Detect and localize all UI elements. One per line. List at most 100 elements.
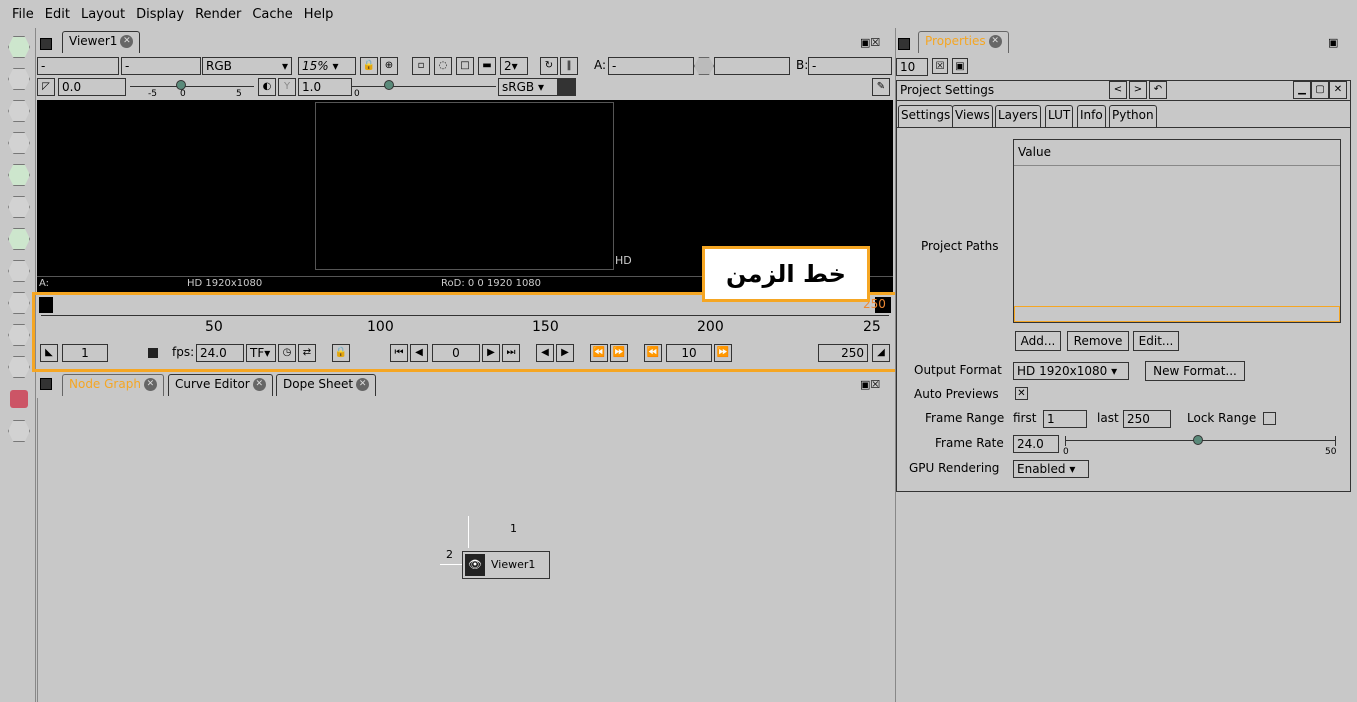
menu-display[interactable]: Display <box>136 7 184 22</box>
output-format-select[interactable]: HD 1920x1080 ▾ <box>1013 362 1129 380</box>
lock-icon[interactable]: 🔒 <box>360 57 378 75</box>
subtab-python[interactable]: Python <box>1109 105 1157 127</box>
tab-viewer1[interactable]: Viewer1 ✕ <box>62 31 141 53</box>
close-icon[interactable]: ✕ <box>120 35 134 48</box>
pane-menu-icon[interactable] <box>40 38 52 50</box>
wipe-icon[interactable]: ◌ <box>434 57 452 75</box>
menu-render[interactable]: Render <box>195 7 241 22</box>
clip-warning-icon[interactable]: ◐ <box>258 78 276 96</box>
composite-icon[interactable] <box>694 57 714 75</box>
rate-tick: 0 <box>1063 447 1069 457</box>
color-nodes-icon[interactable] <box>8 132 30 154</box>
pane-menu-icon[interactable] <box>898 38 910 50</box>
input-a-select[interactable]: - <box>37 57 119 75</box>
gamma-slider[interactable] <box>352 86 496 87</box>
chevron-left-icon[interactable]: < <box>1109 81 1127 99</box>
gain-tick: 0 <box>180 89 186 99</box>
close-panel-icon[interactable]: ✕ <box>1329 81 1347 99</box>
keyer-nodes-icon[interactable] <box>8 196 30 218</box>
channels-select[interactable]: RGB ▾ <box>202 57 292 75</box>
proxy-icon[interactable]: ▬ <box>478 57 496 75</box>
transform-nodes-icon[interactable] <box>8 260 30 282</box>
proxy-level-select[interactable]: 2▾ <box>500 57 528 75</box>
gamma-field[interactable]: 1.0 <box>298 78 352 96</box>
format-frame <box>315 102 614 270</box>
checkerboard-icon[interactable] <box>558 78 576 96</box>
tab-properties[interactable]: Properties ✕ <box>918 31 1009 53</box>
subtab-settings[interactable]: Settings <box>898 105 954 127</box>
close-icon[interactable]: ✕ <box>356 378 370 391</box>
b-input-select[interactable]: - <box>808 57 892 75</box>
edit-button[interactable]: Edit... <box>1133 331 1179 351</box>
minimize-panels-icon[interactable]: ▣ <box>952 58 968 74</box>
overlay-icon[interactable]: □ <box>456 57 474 75</box>
first-frame-input[interactable]: 1 <box>1043 410 1087 428</box>
project-settings-panel: Project Settings < > ↶ ▁ ▢ ✕ Settings Vi… <box>896 80 1351 492</box>
menu-file[interactable]: File <box>12 7 34 22</box>
channel-nodes-icon[interactable] <box>8 100 30 122</box>
plugin-nodes-icon[interactable] <box>10 390 28 408</box>
clip-icon[interactable]: ▫ <box>412 57 430 75</box>
gain-toggle-icon[interactable]: ◸ <box>37 78 55 96</box>
add-button[interactable]: Add... <box>1015 331 1061 351</box>
float-icon[interactable]: ▢ <box>1311 81 1329 99</box>
zoom-select[interactable]: 15% ▾ <box>298 57 356 75</box>
close-icon[interactable]: ✕ <box>988 35 1002 48</box>
frame-rate-slider-handle[interactable] <box>1193 435 1203 445</box>
new-format-button[interactable]: New Format... <box>1145 361 1245 381</box>
frame-rate-input[interactable]: 24.0 <box>1013 435 1059 453</box>
last-frame-input[interactable]: 250 <box>1123 410 1171 428</box>
pane-float-icon[interactable]: ▣ <box>1328 36 1338 49</box>
auto-previews-checkbox[interactable]: ✕ <box>1015 387 1028 400</box>
subtab-lut[interactable]: LUT <box>1045 105 1074 127</box>
minimize-icon[interactable]: ▁ <box>1293 81 1311 99</box>
time-nodes-icon[interactable] <box>8 292 30 314</box>
gain-slider[interactable] <box>130 86 254 87</box>
gpu-rendering-select[interactable]: Enabled ▾ <box>1013 460 1089 478</box>
clear-panels-icon[interactable]: ☒ <box>932 58 948 74</box>
a-input-select[interactable]: - <box>608 57 694 75</box>
undo-icon[interactable]: ↶ <box>1149 81 1167 99</box>
subtab-layers[interactable]: Layers <box>995 105 1041 127</box>
extra-nodes-icon[interactable] <box>8 420 30 442</box>
tab-dope-sheet[interactable]: Dope Sheet ✕ <box>276 374 377 396</box>
subtab-info[interactable]: Info <box>1077 105 1106 127</box>
views-nodes-icon[interactable] <box>8 324 30 346</box>
close-icon[interactable]: ✕ <box>252 378 266 391</box>
color-picker-icon[interactable]: ✎ <box>872 78 890 96</box>
max-panels-field[interactable]: 10 <box>896 58 928 76</box>
menu-edit[interactable]: Edit <box>45 7 70 22</box>
pane-menu-icon[interactable] <box>40 378 52 390</box>
input-b-select[interactable]: - <box>121 57 201 75</box>
colorspace-value: sRGB <box>502 80 535 94</box>
menu-layout[interactable]: Layout <box>81 7 125 22</box>
lock-range-checkbox[interactable] <box>1263 412 1276 425</box>
format-tag: HD <box>615 254 632 267</box>
luminance-icon[interactable]: Y <box>278 78 296 96</box>
subtab-views[interactable]: Views <box>952 105 993 127</box>
paint-nodes-icon[interactable] <box>8 68 30 90</box>
remove-button[interactable]: Remove <box>1067 331 1129 351</box>
other-nodes-icon[interactable] <box>8 356 30 378</box>
menu-help[interactable]: Help <box>304 7 334 22</box>
pane-float-icon[interactable]: ▣☒ <box>860 36 880 49</box>
horizontal-scrollbar[interactable] <box>1014 306 1340 322</box>
node-graph-canvas[interactable]: 1 2 👁 Viewer1 <box>37 398 892 702</box>
pause-icon[interactable]: ‖ <box>560 57 578 75</box>
tab-curve-editor[interactable]: Curve Editor ✕ <box>168 374 273 396</box>
project-paths-table[interactable]: Value <box>1013 139 1341 323</box>
tab-node-graph[interactable]: Node Graph ✕ <box>62 374 164 396</box>
render-icon[interactable]: ↻ <box>540 57 558 75</box>
filter-nodes-icon[interactable] <box>8 164 30 186</box>
image-nodes-icon[interactable] <box>8 36 30 58</box>
merge-nodes-icon[interactable] <box>8 228 30 250</box>
viewer1-node[interactable]: 👁 Viewer1 <box>462 551 550 579</box>
close-icon[interactable]: ✕ <box>143 378 157 391</box>
colorspace-select[interactable]: sRGB ▾ <box>498 78 558 96</box>
gamma-slider-handle[interactable] <box>384 80 394 90</box>
pane-float-icon[interactable]: ▣☒ <box>860 378 880 391</box>
refresh-icon[interactable]: ⊕ <box>380 57 398 75</box>
gain-field[interactable]: 0.0 <box>58 78 126 96</box>
chevron-right-icon[interactable]: > <box>1129 81 1147 99</box>
menu-cache[interactable]: Cache <box>252 7 292 22</box>
